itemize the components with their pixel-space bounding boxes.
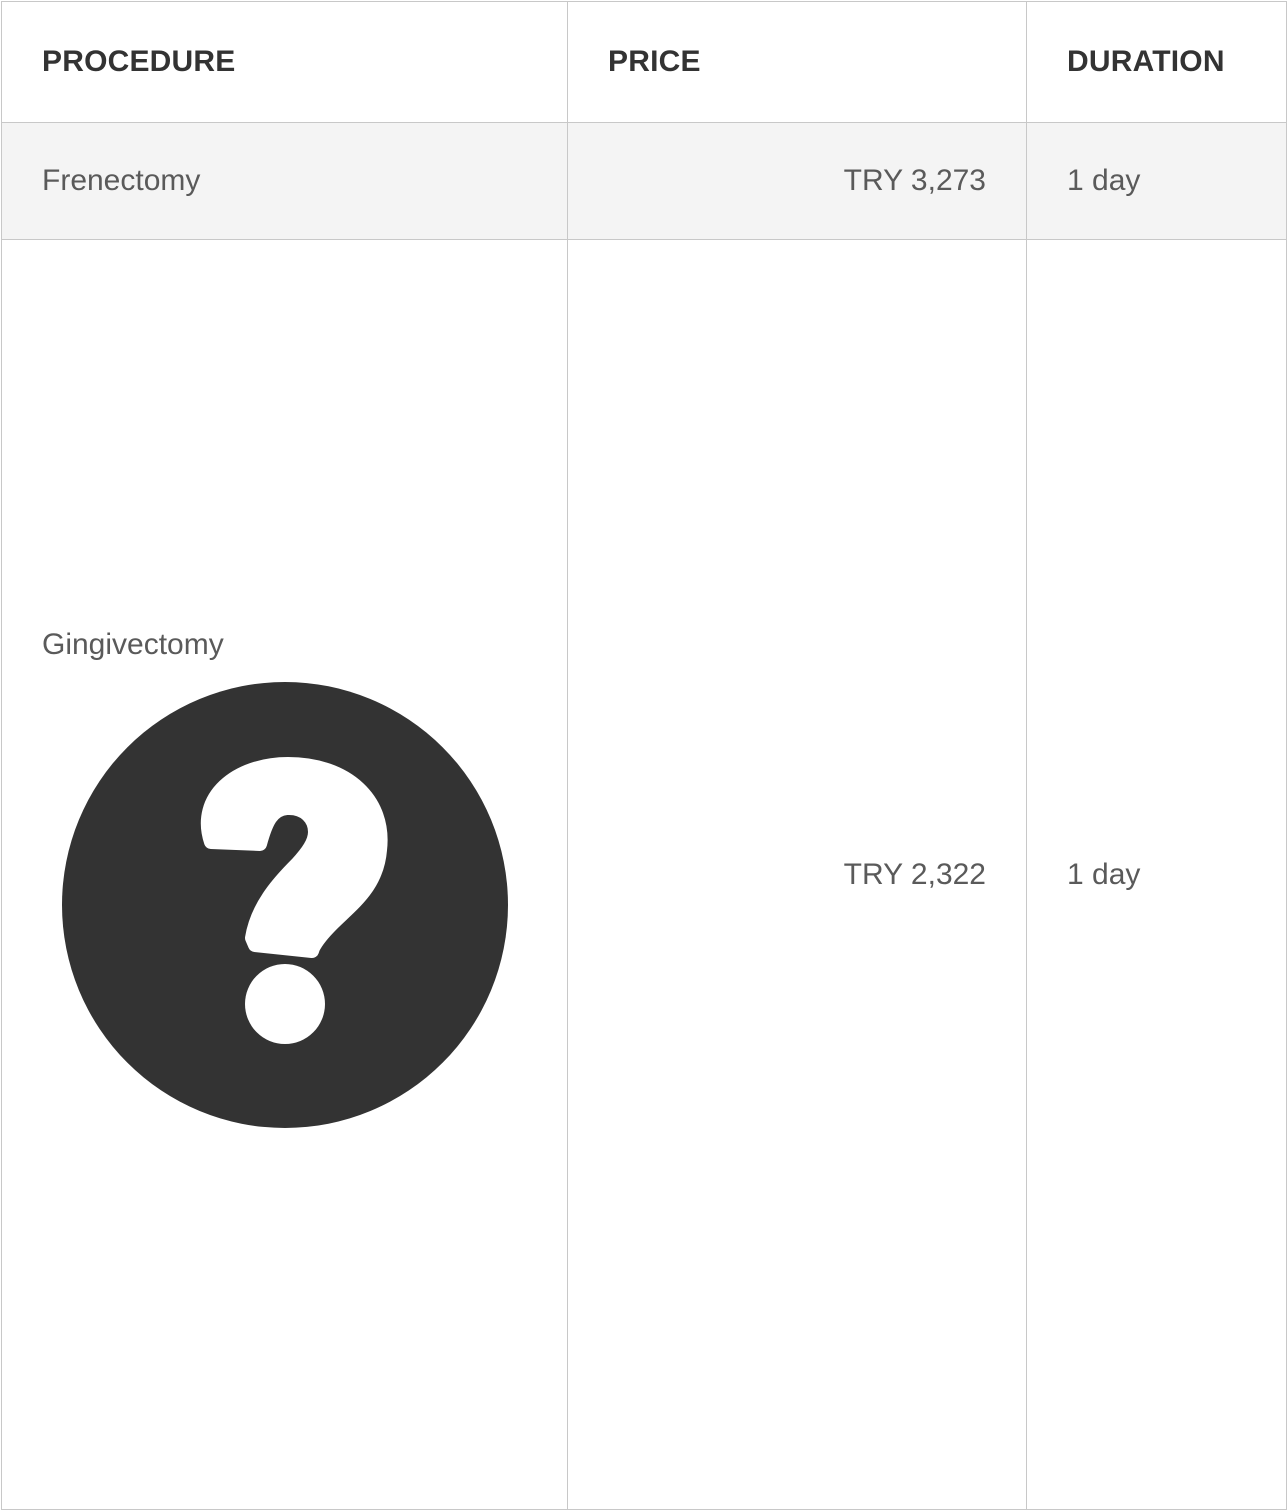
question-circle-icon bbox=[62, 681, 508, 1128]
procedure-cell: Frenectomy bbox=[1, 122, 568, 240]
column-header-procedure: PROCEDURE bbox=[1, 1, 568, 123]
table-row: Gingivectomy TRY 2,322 1 day bbox=[1, 239, 1287, 1510]
table-row: Frenectomy TRY 3,273 1 day bbox=[1, 122, 1287, 240]
column-header-duration: DURATION bbox=[1026, 1, 1287, 123]
price-cell: TRY 3,273 bbox=[567, 122, 1027, 240]
price-cell: TRY 2,322 bbox=[567, 239, 1027, 1510]
duration-value: 1 day bbox=[1067, 857, 1141, 891]
procedure-cell: Gingivectomy bbox=[1, 239, 568, 1510]
duration-cell: 1 day bbox=[1026, 239, 1287, 1510]
procedure-name: Gingivectomy bbox=[42, 627, 224, 661]
table-header-row: PROCEDURE PRICE DURATION bbox=[1, 1, 1287, 123]
price-value: TRY 3,273 bbox=[843, 164, 986, 197]
price-value: TRY 2,322 bbox=[843, 857, 986, 891]
procedure-price-table: PROCEDURE PRICE DURATION Frenectomy TRY … bbox=[1, 1, 1287, 1510]
column-header-price: PRICE bbox=[567, 1, 1027, 123]
duration-value: 1 day bbox=[1067, 164, 1141, 197]
duration-cell: 1 day bbox=[1026, 122, 1287, 240]
procedure-name: Frenectomy bbox=[42, 164, 201, 197]
